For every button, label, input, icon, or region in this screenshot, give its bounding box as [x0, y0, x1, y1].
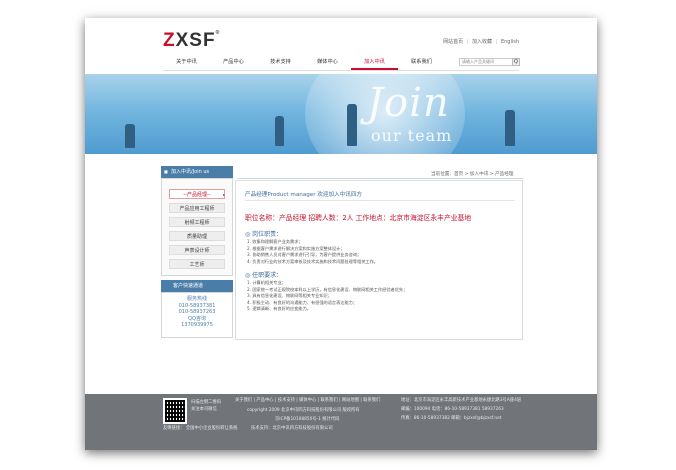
banner-figure — [275, 116, 284, 146]
nav-divider — [163, 70, 519, 71]
nav-media[interactable]: 媒体中心 — [304, 56, 351, 70]
sidebar-item-rf-engineer[interactable]: 射频工程师 — [169, 217, 225, 227]
logo-text: XSF — [175, 30, 216, 51]
company-logo[interactable]: ZXSF® — [163, 30, 220, 52]
banner-figure — [125, 124, 135, 148]
footer-address: 地址：北京市海淀区永丰高新技术产业基地永捷北路3号A座4层 — [401, 398, 522, 403]
list-item: 5. 逻辑清晰、有良好的应变能力。 — [247, 306, 311, 311]
duties-list: 1. 收集和理解客户业务需求； 2. 根据客户需求进行解决方案和实施方案整体设计… — [247, 239, 378, 265]
sidebar-item-saw-designer[interactable]: 声表设计师 — [169, 245, 225, 255]
link-favorite[interactable]: 加入收藏 — [472, 39, 492, 45]
banner-team-text: our team — [371, 126, 453, 145]
sidebar-item-product-manager[interactable]: --产品经理-- — [169, 189, 225, 200]
contact-qq-number: 1370939975 — [181, 322, 213, 328]
footer-links[interactable]: 关于我们 | 产品中心 | 技术支持 | 媒体中心 | 联系我们 | 网站地图 … — [235, 398, 380, 405]
sidebar-item-application-engineer[interactable]: 产品应用工程师 — [169, 203, 225, 213]
nav-join[interactable]: 加入中讯 — [351, 56, 398, 70]
search-icon[interactable]: Q — [512, 58, 520, 66]
sidebar-item-quality-assistant[interactable]: 质量助理 — [169, 231, 225, 241]
link-english[interactable]: English — [501, 39, 519, 45]
banner-figure — [505, 110, 515, 146]
breadcrumb: 当前位置：首页 > 加入中讯 > 产品经理 — [431, 172, 514, 177]
sidebar-item-process-engineer[interactable]: 工艺师 — [169, 259, 225, 269]
list-item: 3. 协助销售人员对客户需求进行引导，为客户提供业务咨询； — [247, 252, 362, 257]
footer-tech-support: 技术支持：北京中讯四方科技股份有限公司 — [251, 426, 333, 431]
link-home[interactable]: 网站首页 — [443, 39, 463, 45]
top-links: 网站首页 | 加入收藏 | English — [443, 39, 519, 45]
footer-friend-links[interactable]: 友情链接： 全国中小企业股份转让系统 — [163, 426, 237, 433]
qr-caption: 扫描左侧二维码 关注本司微信 — [191, 400, 222, 412]
list-item: 4. 负责对行业的技术方案审核及技术实施和技术问题处理等相关工作。 — [247, 258, 378, 264]
nav-contact[interactable]: 联系我们 — [398, 56, 445, 70]
sidebar-title: 加入中讯/Join us — [161, 166, 233, 178]
page-title: 产品经理Product manager 欢迎加入中讯四方 — [245, 192, 363, 198]
logo-z-mark: Z — [163, 30, 176, 51]
nav-about[interactable]: 关于中讯 — [163, 56, 210, 70]
footer-fax-email: 传真：86-10-58937382 邮箱：bjzxsf@bjzxsf.net — [401, 416, 502, 421]
banner-join-text: Join — [367, 80, 450, 126]
browser-page: ZXSF® 网站首页 | 加入收藏 | English 关于中讯 产品中心 技术… — [85, 18, 597, 450]
requirements-list: 1. 计算机相关专业； 2. 国家统一考试正规院校本科以上学历，有信息化建设、物… — [247, 280, 407, 313]
footer-icp[interactable]: 京ICP备10108850号-1 统计代码 — [275, 417, 339, 424]
search-input[interactable]: 请输入产品关键词 — [459, 58, 519, 66]
contact-title: 客户快速通道 — [161, 280, 233, 292]
duties-heading: ◎ 岗位职责： — [245, 231, 283, 238]
title-divider — [245, 200, 515, 201]
logo-registered-mark: ® — [215, 30, 221, 36]
job-summary: 职位名称：产品经理 招聘人数：2人 工作地点：北京市海淀区永丰产业基地 — [245, 214, 472, 222]
footer-postcode-phone: 邮编：100094 电话：86-10-58937381 58937263 — [401, 407, 504, 412]
breadcrumb-divider — [237, 178, 523, 179]
footer-copyright: copyright 2009 北京中讯四方科技股份有限公司 版权所有 — [247, 408, 360, 413]
banner-figure — [347, 104, 357, 146]
qr-code — [163, 398, 187, 424]
nav-support[interactable]: 技术支持 — [257, 56, 304, 70]
sidebar-menu: --产品经理-- 产品应用工程师 射频工程师 质量助理 声表设计师 工艺师 — [161, 178, 233, 276]
contact-box: 服务热线 010-58937381 010-58937263 QQ咨询 1370… — [161, 292, 233, 338]
join-banner: Join our team — [85, 74, 597, 154]
requirements-heading: ◎ 任职要求： — [245, 272, 283, 279]
nav-products[interactable]: 产品中心 — [210, 56, 257, 70]
